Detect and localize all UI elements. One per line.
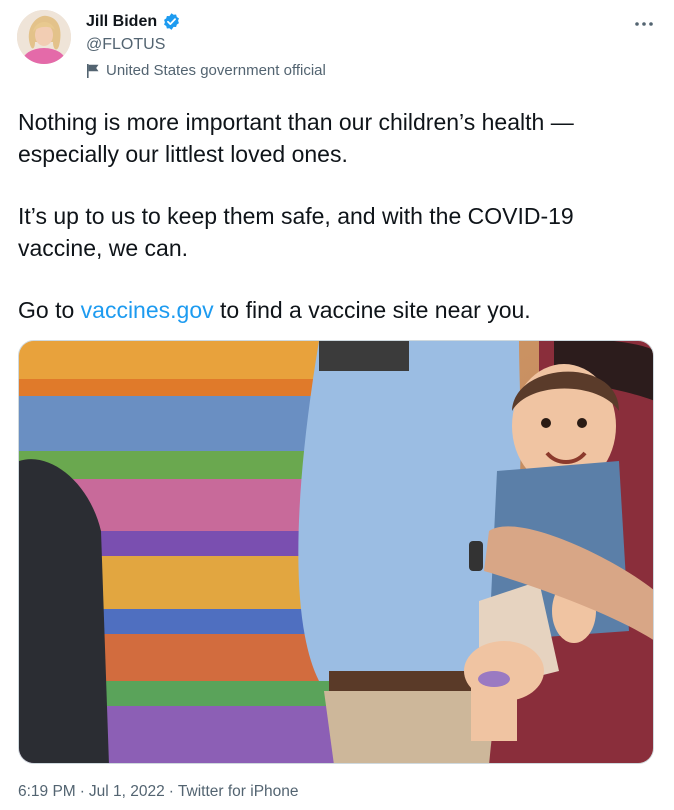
tweet-meta: 6:19 PM · Jul 1, 2022 · Twitter for iPho…: [18, 783, 299, 801]
tweet-date[interactable]: Jul 1, 2022: [89, 783, 165, 801]
tweet-paragraph-1: Nothing is more important than our child…: [18, 109, 574, 167]
tweet-text-suffix: to find a vaccine site near you.: [213, 297, 531, 323]
vaccine-photo-image: [19, 341, 653, 763]
tweet-card: Jill Biden @FLOTUS United States governm…: [0, 0, 674, 810]
author-avatar[interactable]: [17, 10, 71, 64]
account-label-text: United States government official: [106, 62, 326, 79]
more-options-icon[interactable]: [630, 10, 658, 38]
verified-badge-icon: [162, 12, 181, 31]
tweet-source[interactable]: Twitter for iPhone: [178, 783, 299, 801]
tweet-text-prefix: Go to: [18, 297, 81, 323]
account-label[interactable]: United States government official: [86, 62, 326, 79]
tweet-photo[interactable]: [18, 340, 654, 764]
tweet-paragraph-3: Go to vaccines.gov to find a vaccine sit…: [18, 294, 658, 326]
author-name-row: Jill Biden: [86, 12, 181, 31]
meta-separator: ·: [168, 783, 174, 800]
government-flag-icon: [86, 63, 100, 79]
vaccines-link[interactable]: vaccines.gov: [81, 297, 214, 323]
author-handle[interactable]: @FLOTUS: [86, 36, 165, 54]
tweet-time[interactable]: 6:19 PM: [18, 783, 76, 801]
tweet-paragraph-2: It’s up to us to keep them safe, and wit…: [18, 203, 574, 261]
meta-separator: ·: [79, 783, 85, 800]
tweet-text: Nothing is more important than our child…: [18, 106, 658, 323]
author-name[interactable]: Jill Biden: [86, 13, 157, 31]
avatar-image: [17, 10, 71, 64]
